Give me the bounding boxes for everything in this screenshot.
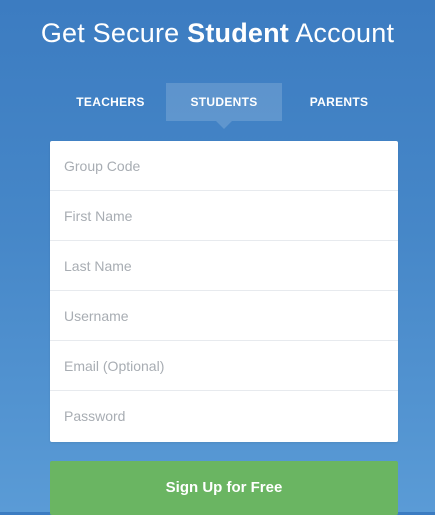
sign-up-button[interactable]: Sign Up for Free bbox=[50, 461, 398, 515]
title-emphasis: Student bbox=[187, 18, 289, 48]
email-field[interactable] bbox=[50, 341, 398, 391]
page-title: Get Secure Student Account bbox=[0, 18, 435, 49]
signup-panel: Get Secure Student Account TEACHERS STUD… bbox=[0, 0, 435, 515]
group-code-field[interactable] bbox=[50, 141, 398, 191]
title-prefix: Get Secure bbox=[40, 18, 188, 48]
password-field[interactable] bbox=[50, 391, 398, 441]
username-field[interactable] bbox=[50, 291, 398, 341]
title-suffix: Account bbox=[289, 18, 395, 48]
account-type-tabs: TEACHERS STUDENTS PARENTS bbox=[57, 83, 391, 129]
last-name-field[interactable] bbox=[50, 241, 398, 291]
tab-parents[interactable]: PARENTS bbox=[287, 83, 391, 121]
first-name-field[interactable] bbox=[50, 191, 398, 241]
tab-students[interactable]: STUDENTS bbox=[166, 83, 282, 129]
signup-form bbox=[50, 141, 398, 442]
tab-teachers[interactable]: TEACHERS bbox=[57, 83, 164, 121]
